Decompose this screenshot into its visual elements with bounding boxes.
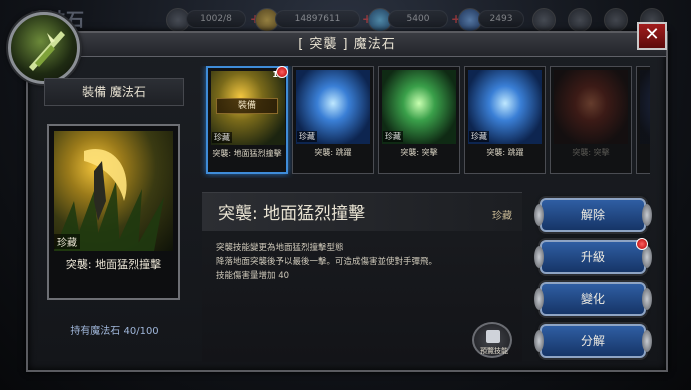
stone-art [640, 70, 650, 144]
stone-label: 突襲: 突擊 [400, 148, 438, 157]
gem-counter: 5400 [388, 10, 448, 28]
equipped-stone-art [54, 131, 173, 251]
owned-stone-count: 持有魔法石 40/100 [70, 326, 159, 337]
settings-icon[interactable] [568, 8, 592, 32]
description-line: 降落地面突襲後予以最後一擊。可造成傷害並使對手彈飛。 [216, 257, 438, 267]
release-button-label: 解除 [580, 208, 605, 222]
stone-list[interactable]: 裝備 珍藏 突襲: 地面猛烈撞擊 1 珍藏 突襲: 跳躍 珍藏 突襲: 突擊 珍… [200, 66, 650, 178]
decompose-button[interactable]: 分解 [534, 324, 652, 358]
notification-dot [636, 238, 648, 250]
stone-label: 突襲: 跳躍 [314, 148, 352, 157]
gold-counter: 14897611 [275, 10, 360, 28]
skill-rarity: 珍藏 [492, 211, 512, 222]
crystal-counter: 2493 [478, 10, 524, 28]
stone-rarity: 珍藏 [383, 131, 403, 142]
transform-button[interactable]: 變化 [534, 282, 652, 316]
equipped-badge: 裝備 [216, 98, 278, 114]
preview-skill-button[interactable]: 預覽技能 [472, 322, 512, 358]
skill-crest-icon [8, 12, 80, 84]
top-hud: 魔法石 1002/8 + 14897611 + 5400 + 2493 [0, 6, 691, 32]
stone-rarity: 珍藏 [212, 132, 232, 143]
stone-item-charge-2[interactable]: 突襲: 突擊 [550, 66, 632, 174]
upgrade-button-label: 升級 [580, 250, 605, 264]
window-title: [ 突襲 ] 魔法石 [28, 33, 666, 57]
close-button[interactable]: ✕ [637, 22, 667, 50]
transform-button-label: 變化 [580, 292, 605, 306]
chat-icon[interactable] [604, 8, 628, 32]
film-icon [486, 330, 500, 343]
stone-item-jump-2[interactable]: 珍藏 突襲: 跳躍 [464, 66, 546, 174]
stone-rarity: 珍藏 [297, 131, 317, 142]
equipped-stone-header: 裝備 魔法石 [44, 78, 184, 106]
upgrade-button[interactable]: 升級 [534, 238, 652, 274]
notification-dot [276, 66, 288, 78]
description-line: 技能傷害量增加 40 [216, 271, 290, 281]
preview-skill-label: 預覽技能 [480, 347, 508, 355]
description-title-bar: 突襲: 地面猛烈撞擊 珍藏 [202, 193, 522, 231]
stone-item-partial[interactable] [636, 66, 650, 174]
stone-item-ground-slam[interactable]: 裝備 珍藏 突襲: 地面猛烈撞擊 1 [206, 66, 288, 174]
equipped-stone-card: 珍藏 突襲: 地面猛烈撞擊 [47, 124, 180, 300]
skill-description-text: 突襲技能變更為地面猛烈撞擊型態 降落地面突襲後予以最後一擊。可造成傷害並使對手彈… [216, 241, 512, 283]
skill-title: 突襲: 地面猛烈撞擊 [218, 204, 366, 224]
release-button[interactable]: 解除 [534, 198, 652, 232]
stone-label: 突襲: 突擊 [572, 148, 610, 157]
menu-icon[interactable] [532, 8, 556, 32]
decompose-button-label: 分解 [580, 334, 605, 348]
stone-label: 突襲: 地面猛烈撞擊 [212, 149, 282, 158]
equipped-stone-name: 突襲: 地面猛烈撞擊 [65, 258, 162, 271]
stone-item-charge[interactable]: 珍藏 突襲: 突擊 [378, 66, 460, 174]
energy-counter: 1002/8 [186, 10, 246, 28]
stone-art [554, 70, 628, 144]
stone-rarity: 珍藏 [469, 131, 489, 142]
equipped-stone-rarity: 珍藏 [54, 234, 80, 249]
description-line: 突襲技能變更為地面猛烈撞擊型態 [216, 243, 344, 253]
stone-label: 突襲: 跳躍 [486, 148, 524, 157]
stone-item-jump[interactable]: 珍藏 突襲: 跳躍 [292, 66, 374, 174]
